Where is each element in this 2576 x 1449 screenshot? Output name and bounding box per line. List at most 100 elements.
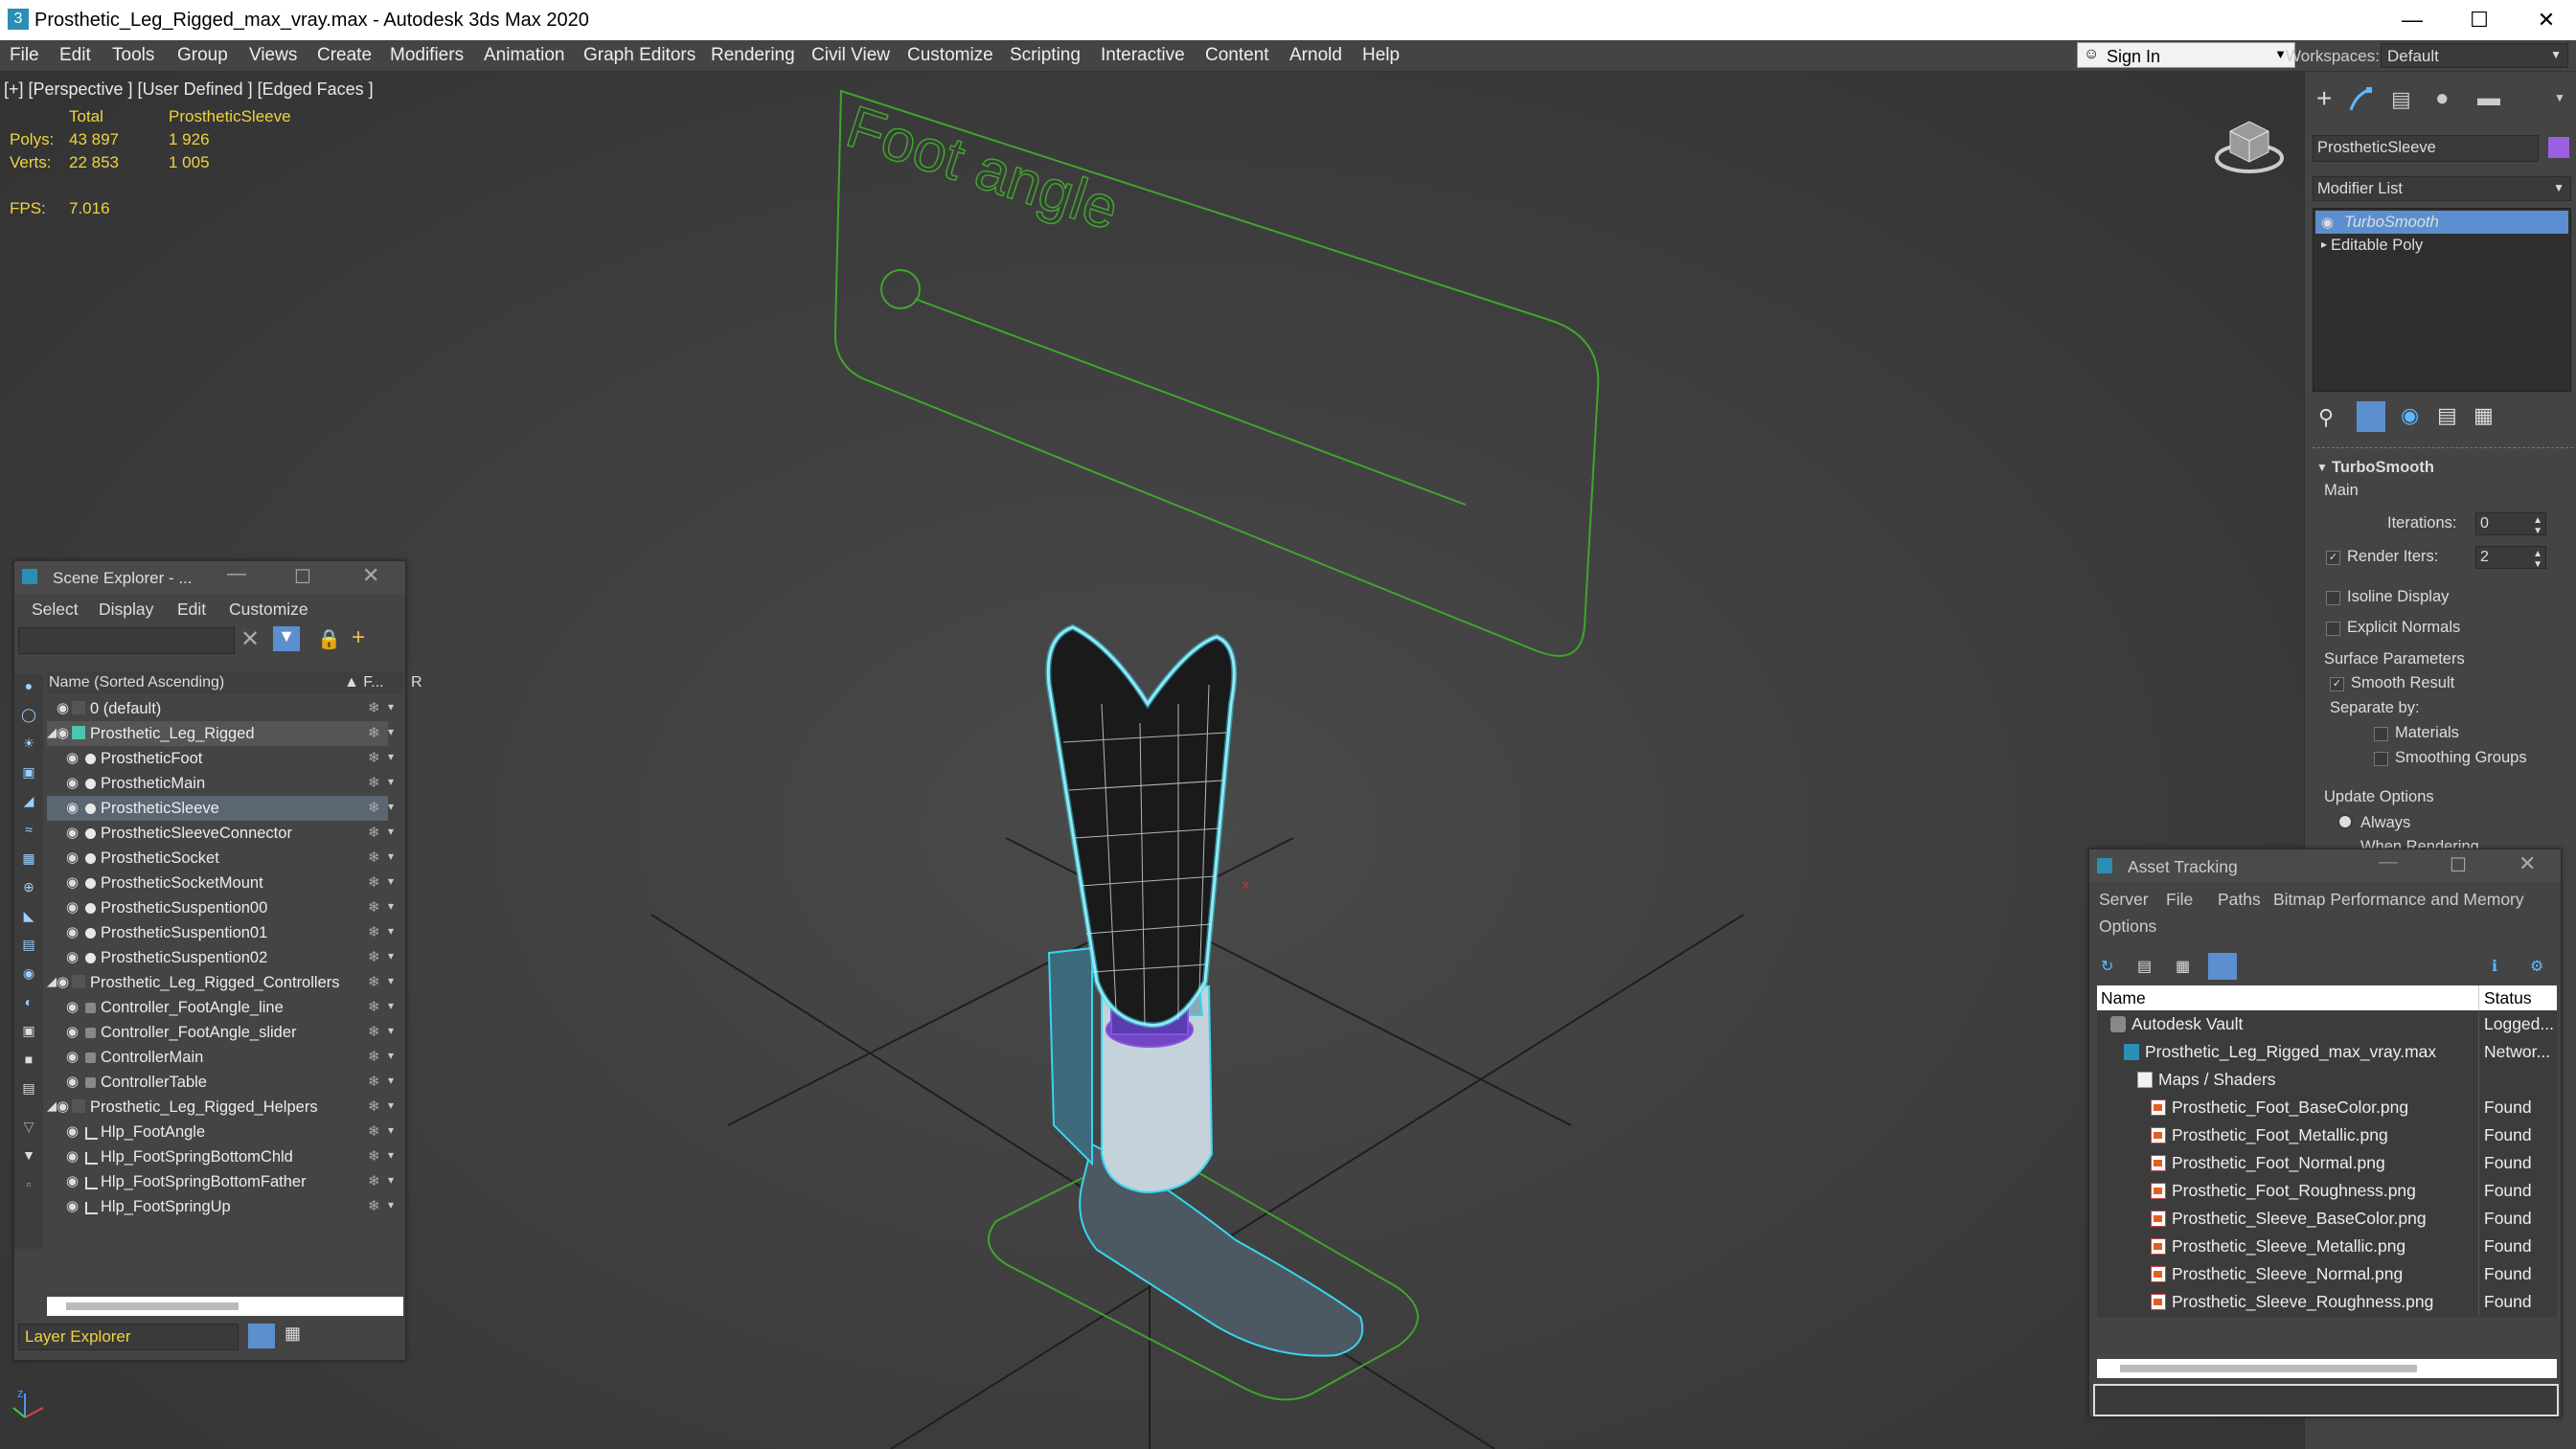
collapse-icon[interactable]: ▼	[2316, 461, 2328, 474]
menu-help[interactable]: Help	[1362, 45, 1400, 66]
explicit-normals-checkbox[interactable]	[2326, 622, 2340, 636]
menu-scripting[interactable]: Scripting	[1010, 45, 1081, 66]
at-menu-paths[interactable]: Paths	[2218, 890, 2261, 910]
make-unique-icon[interactable]: ◉	[2401, 403, 2419, 428]
visibility-eye-icon[interactable]: ◉	[57, 724, 69, 741]
freeze-icon[interactable]: ❄	[368, 1147, 380, 1165]
at-menu-file[interactable]: File	[2166, 890, 2193, 910]
freeze-icon[interactable]: ❄	[368, 973, 380, 990]
display-bones-icon[interactable]: ◣	[16, 908, 41, 929]
expand-icon[interactable]: ▸	[2321, 238, 2327, 251]
filter-icon[interactable]: ▼	[273, 626, 300, 651]
menu-civil-view[interactable]: Civil View	[811, 45, 890, 66]
minimize-button[interactable]: —	[2379, 851, 2398, 873]
minimize-button[interactable]: —	[2385, 4, 2439, 36]
maximize-button[interactable]: ☐	[2450, 853, 2467, 877]
render-toggle-icon[interactable]: ▾	[388, 1074, 394, 1087]
close-button[interactable]: ✕	[2519, 851, 2536, 876]
render-toggle-icon[interactable]: ▾	[388, 700, 394, 713]
freeze-icon[interactable]: ❄	[368, 923, 380, 940]
freeze-icon[interactable]: ❄	[368, 699, 380, 716]
layer-row[interactable]: ◢ ◉ Prosthetic_Leg_Rigged ❄ ▾	[47, 721, 394, 746]
visibility-eye-icon[interactable]: ◉	[66, 1073, 79, 1090]
eye-icon[interactable]: ◉	[2321, 214, 2334, 231]
display-tab-icon[interactable]: ▬	[2477, 85, 2500, 112]
configure-modifier-sets-icon[interactable]: ▦	[2473, 403, 2494, 428]
render-toggle-icon[interactable]: ▾	[388, 874, 394, 888]
display-groups-icon[interactable]: ▦	[16, 850, 41, 872]
layer-row[interactable]: ◢ ◉ Prosthetic_Leg_Rigged_Controllers ❄ ▾	[47, 970, 394, 995]
se-menu-customize[interactable]: Customize	[229, 600, 308, 620]
render-toggle-icon[interactable]: ▾	[388, 775, 394, 788]
visibility-eye-icon[interactable]: ◉	[57, 1098, 69, 1115]
help-icon[interactable]: ℹ	[2492, 957, 2497, 976]
materials-checkbox[interactable]	[2374, 727, 2388, 741]
visibility-eye-icon[interactable]: ◉	[66, 948, 79, 965]
column-name[interactable]: Name (Sorted Ascending)	[49, 674, 224, 691]
object-row[interactable]: ◉ Controller_FootAngle_slider ❄ ▾	[47, 1020, 394, 1045]
smoothing-groups-checkbox[interactable]	[2374, 752, 2388, 766]
freeze-icon[interactable]: ❄	[368, 799, 380, 816]
display-lights-icon[interactable]: ☀	[16, 736, 41, 757]
object-row[interactable]: ◉ ProstheticMain ❄ ▾	[47, 771, 394, 796]
visibility-eye-icon[interactable]: ◉	[66, 1023, 79, 1040]
object-row[interactable]: ◉ Hlp_FootAngle ❄ ▾	[47, 1120, 394, 1144]
modify-tab-icon[interactable]	[2347, 85, 2376, 114]
object-row[interactable]: ◉ ProstheticSuspention01 ❄ ▾	[47, 920, 394, 945]
freeze-icon[interactable]: ❄	[368, 1197, 380, 1214]
se-menu-display[interactable]: Display	[99, 600, 153, 620]
freeze-icon[interactable]: ❄	[368, 873, 380, 891]
column-status[interactable]: Status	[2484, 988, 2532, 1008]
object-row[interactable]: ◉ ProstheticSleeve ❄ ▾	[47, 796, 394, 821]
freeze-icon[interactable]: ❄	[368, 998, 380, 1015]
menu-modifiers[interactable]: Modifiers	[390, 45, 464, 66]
spinner-arrows-icon[interactable]: ▲ ▼	[2533, 515, 2542, 536]
freeze-icon[interactable]: ❄	[368, 1172, 380, 1189]
table-view-icon[interactable]	[2208, 953, 2237, 980]
object-row[interactable]: ◉ Hlp_FootSpringBottomChld ❄ ▾	[47, 1144, 394, 1169]
at-menu-server[interactable]: Server	[2099, 890, 2149, 910]
list-view-icon[interactable]: ▤	[2137, 957, 2152, 976]
stack-item-turbosmooth[interactable]: ◉ TurboSmooth	[2315, 211, 2568, 234]
object-name-field[interactable]: ProstheticSleeve	[2313, 135, 2539, 162]
render-toggle-icon[interactable]: ▾	[388, 1098, 394, 1112]
asset-tracking-titlebar[interactable]: Asset Tracking — ☐ ✕	[2089, 849, 2561, 882]
workspace-select[interactable]: Default ▼	[2381, 43, 2568, 68]
visibility-eye-icon[interactable]: ◉	[66, 1122, 79, 1140]
menu-group[interactable]: Group	[177, 45, 228, 66]
object-row[interactable]: ◉ ProstheticSuspention00 ❄ ▾	[47, 895, 394, 920]
column-name[interactable]: Name	[2101, 988, 2146, 1008]
scene-search-input[interactable]	[18, 627, 235, 654]
object-row[interactable]: ◉ ProstheticFoot ❄ ▾	[47, 746, 394, 771]
render-toggle-icon[interactable]: ▾	[388, 1024, 394, 1037]
layer-row[interactable]: ◢ ◉ Prosthetic_Leg_Rigged_Helpers ❄ ▾	[47, 1095, 394, 1120]
render-toggle-icon[interactable]: ▾	[388, 924, 394, 938]
viewcube-icon[interactable]	[2211, 110, 2288, 177]
visibility-eye-icon[interactable]: ◉	[66, 873, 79, 891]
spinner-arrows-icon[interactable]: ▲ ▼	[2533, 549, 2542, 570]
visibility-eye-icon[interactable]: ◉	[66, 1197, 79, 1214]
column-freeze[interactable]: ▲ F...	[344, 674, 384, 691]
isoline-display-checkbox[interactable]	[2326, 591, 2340, 605]
visibility-eye-icon[interactable]: ◉	[66, 998, 79, 1015]
freeze-icon[interactable]: ❄	[368, 1073, 380, 1090]
add-layer-icon[interactable]: +	[352, 624, 365, 651]
render-toggle-icon[interactable]: ▾	[388, 750, 394, 763]
column-render[interactable]: R	[411, 674, 422, 691]
hierarchy-view-icon[interactable]: ▦	[285, 1324, 301, 1344]
display-all-icon[interactable]: ◉	[16, 965, 41, 986]
asset-row[interactable]: Prosthetic_Sleeve_Roughness.png Found	[2097, 1288, 2557, 1317]
filter-funnel-icon[interactable]: ▽	[16, 1119, 41, 1140]
menu-interactive[interactable]: Interactive	[1101, 45, 1185, 66]
freeze-icon[interactable]: ❄	[368, 749, 380, 766]
asset-row[interactable]: Prosthetic_Foot_BaseColor.png Found	[2097, 1094, 2557, 1122]
display-shapes-icon[interactable]: ◯	[16, 707, 41, 728]
horizontal-scrollbar[interactable]	[2097, 1359, 2557, 1378]
freeze-icon[interactable]: ❄	[368, 1098, 380, 1115]
render-toggle-icon[interactable]: ▾	[388, 800, 394, 813]
render-toggle-icon[interactable]: ▾	[388, 1198, 394, 1211]
hierarchy-tab-icon[interactable]: ▤	[2391, 87, 2411, 112]
display-none-icon[interactable]: ▣	[16, 1023, 41, 1044]
asset-row[interactable]: Maps / Shaders	[2097, 1066, 2557, 1095]
render-iters-spinner[interactable]: 2 ▲ ▼	[2475, 546, 2546, 570]
